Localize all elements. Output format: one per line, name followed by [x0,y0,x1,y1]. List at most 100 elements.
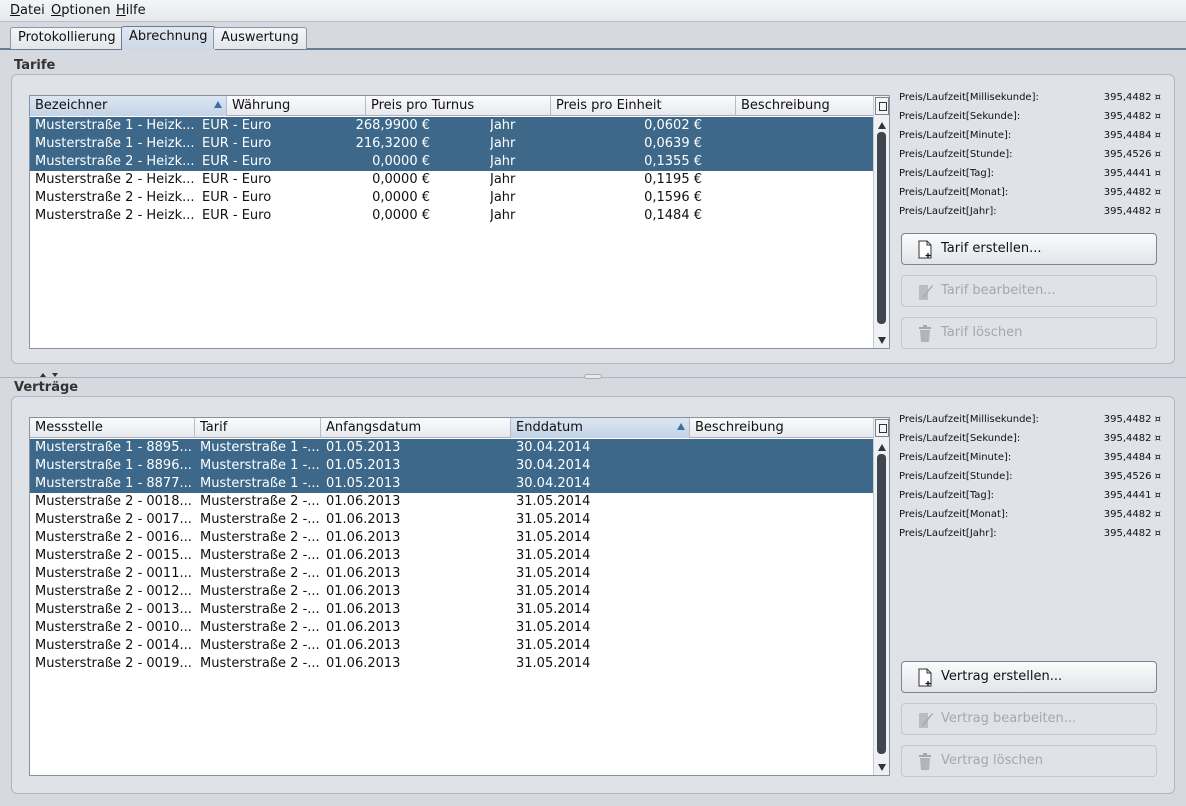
table-row[interactable]: Musterstraße 2 - 0016... Musterstraße 2 -… [30,529,875,547]
scroll-down-icon[interactable] [878,764,886,771]
table-row[interactable]: Musterstraße 2 - 0011... Musterstraße 2 -… [30,565,875,583]
table-cell-name: Musterstraße 1 - Heizk... [35,118,195,133]
column-header-messstelle[interactable]: Messstelle [30,418,195,438]
table-cell-start: 01.06.2013 [326,494,401,509]
price-info-row: Preis/Laufzeit[Monat]: 395,4482 ¤ [899,509,1161,523]
table-row[interactable]: Musterstraße 2 - Heizk... EUR - Euro 0,000… [30,207,875,225]
price-info-label: Preis/Laufzeit[Stunde]: [899,149,1013,160]
column-header-beschreibung[interactable]: Beschreibung [736,96,875,116]
trash-icon [919,753,931,770]
price-info-value: 395,4482 ¤ [1103,414,1161,425]
vertraege-title: Verträge [14,380,79,395]
tarife-table[interactable]: Bezeichner Währung Preis pro Turnus Prei… [29,95,890,349]
menu-datei[interactable]: Datei [10,3,45,18]
price-info-row: Preis/Laufzeit[Stunde]: 395,4526 ¤ [899,471,1161,485]
table-row[interactable]: Musterstraße 2 - 0014... Musterstraße 2 -… [30,637,875,655]
table-cell-currency: EUR - Euro [202,190,272,205]
table-cell-end: 31.05.2014 [516,620,591,635]
menu-hilfe[interactable]: Hilfe [116,3,146,18]
table-cell-mess: Musterstraße 2 - 0018... [35,494,192,509]
vertrag-erstellen-button[interactable]: Vertrag erstellen... [901,661,1157,693]
table-row[interactable]: Musterstraße 2 - Heizk... EUR - Euro 0,000… [30,153,875,171]
tab-protokollierung[interactable]: Protokollierung [10,27,124,49]
table-cell-mess: Musterstraße 2 - 0014... [35,638,192,653]
tarife-scrollbar[interactable] [873,96,889,348]
vertraege-table[interactable]: Messstelle Tarif Anfangsdatum Enddatum B… [29,417,890,776]
column-header-bezeichner[interactable]: Bezeichner [30,96,227,116]
column-control-icon[interactable] [875,419,889,437]
table-row[interactable]: Musterstraße 1 - 8896... Musterstraße 1 -… [30,457,875,475]
table-row[interactable]: Musterstraße 2 - 0017... Musterstraße 2 -… [30,511,875,529]
table-cell-tarif: Musterstraße 2 -... [200,620,320,635]
tarif-erstellen-button[interactable]: Tarif erstellen... [901,233,1157,265]
column-header-preis-pro-turnus[interactable]: Preis pro Turnus [366,96,551,116]
tarif-loeschen-button[interactable]: Tarif löschen [901,317,1157,349]
column-header-tarif[interactable]: Tarif [195,418,321,438]
tab-abrechnung[interactable]: Abrechnung [121,26,216,50]
table-row[interactable]: Musterstraße 2 - 0010... Musterstraße 2 -… [30,619,875,637]
column-header-anfangsdatum[interactable]: Anfangsdatum [321,418,511,438]
scroll-up-icon[interactable] [878,444,886,451]
collapse-down-icon[interactable] [52,373,58,377]
price-info-value: 395,4482 ¤ [1103,509,1161,520]
table-row[interactable]: Musterstraße 2 - 0018... Musterstraße 2 -… [30,493,875,511]
tab-auswertung[interactable]: Auswertung [213,27,307,49]
table-row[interactable]: Musterstraße 2 - 0015... Musterstraße 2 -… [30,547,875,565]
table-cell-start: 01.06.2013 [326,548,401,563]
table-cell-tarif: Musterstraße 2 -... [200,584,320,599]
sort-ascending-icon [214,101,222,108]
table-cell-end: 31.05.2014 [516,512,591,527]
table-cell-price: 268,9900 € [355,118,430,133]
column-header-enddatum[interactable]: Enddatum [511,418,690,438]
menu-optionen[interactable]: Optionen [51,3,111,18]
table-cell-name: Musterstraße 2 - Heizk... [35,190,195,205]
scroll-down-icon[interactable] [878,337,886,344]
column-control-icon[interactable] [875,97,889,115]
collapse-up-icon[interactable] [40,373,46,377]
table-cell-price: 216,3200 € [355,136,430,151]
table-row[interactable]: Musterstraße 2 - Heizk... EUR - Euro 0,000… [30,171,875,189]
table-row[interactable]: Musterstraße 1 - Heizk... EUR - Euro 216,3… [30,135,875,153]
price-info-row: Preis/Laufzeit[Stunde]: 395,4526 ¤ [899,149,1161,163]
table-cell-turnus: Jahr [490,136,516,151]
table-row[interactable]: Musterstraße 1 - Heizk... EUR - Euro 268,9… [30,117,875,135]
table-row[interactable]: Musterstraße 2 - Heizk... EUR - Euro 0,000… [30,189,875,207]
table-row[interactable]: Musterstraße 2 - 0013... Musterstraße 2 -… [30,601,875,619]
column-header-preis-pro-einheit[interactable]: Preis pro Einheit [551,96,736,116]
table-cell-end: 31.05.2014 [516,656,591,671]
table-cell-mess: Musterstraße 2 - 0015... [35,548,192,563]
split-pane-divider[interactable] [0,373,1186,381]
price-info-value: 395,4441 ¤ [1103,168,1161,179]
table-row[interactable]: Musterstraße 2 - 0019... Musterstraße 2 -… [30,655,875,673]
table-row[interactable]: Musterstraße 1 - 8895... Musterstraße 1 -… [30,439,875,457]
tarife-table-header: Bezeichner Währung Preis pro Turnus Prei… [30,96,875,116]
price-info-row: Preis/Laufzeit[Minute]: 395,4484 ¤ [899,130,1161,144]
vertraege-scrollbar[interactable] [873,418,889,775]
table-cell-turnus: Jahr [490,172,516,187]
price-info-row: Preis/Laufzeit[Tag]: 395,4441 ¤ [899,490,1161,504]
column-header-beschreibung[interactable]: Beschreibung [690,418,875,438]
table-cell-unit: 0,1355 € [644,154,702,169]
scroll-up-icon[interactable] [878,122,886,129]
table-cell-mess: Musterstraße 2 - 0012... [35,584,192,599]
vertrag-loeschen-button[interactable]: Vertrag löschen [901,745,1157,777]
table-cell-price: 0,0000 € [372,154,430,169]
table-cell-turnus: Jahr [490,190,516,205]
table-cell-unit: 0,1596 € [644,190,702,205]
scroll-thumb[interactable] [877,454,886,754]
tarif-bearbeiten-button[interactable]: Tarif bearbeiten... [901,275,1157,307]
table-row[interactable]: Musterstraße 2 - 0012... Musterstraße 2 -… [30,583,875,601]
table-cell-tarif: Musterstraße 2 -... [200,656,320,671]
table-cell-currency: EUR - Euro [202,136,272,151]
price-info-value: 395,4484 ¤ [1103,130,1161,141]
price-info-value: 395,4526 ¤ [1103,149,1161,160]
column-header-waehrung[interactable]: Währung [227,96,366,116]
divider-grip-icon[interactable] [584,374,602,379]
price-info-row: Preis/Laufzeit[Jahr]: 395,4482 ¤ [899,528,1161,542]
table-cell-price: 0,0000 € [372,208,430,223]
table-cell-end: 31.05.2014 [516,584,591,599]
vertrag-bearbeiten-button[interactable]: Vertrag bearbeiten... [901,703,1157,735]
table-cell-start: 01.06.2013 [326,584,401,599]
scroll-thumb[interactable] [877,132,886,324]
table-row[interactable]: Musterstraße 1 - 8877... Musterstraße 1 -… [30,475,875,493]
